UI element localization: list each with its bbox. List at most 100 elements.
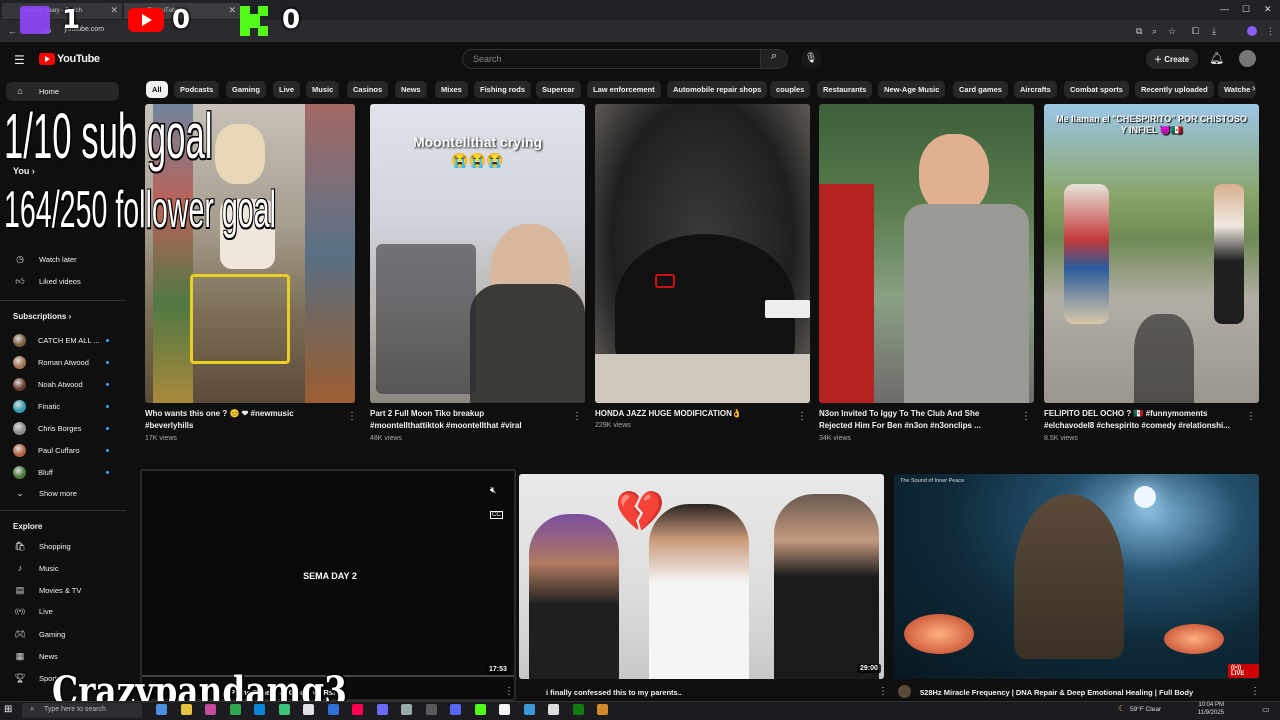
zoom-icon[interactable]: ⌕ — [1152, 26, 1157, 37]
chip-watche[interactable]: Watche — [1218, 81, 1257, 98]
chip-gaming[interactable]: Gaming — [226, 81, 266, 98]
app-icon[interactable] — [523, 704, 535, 715]
chip-card-games[interactable]: Card games — [953, 81, 1008, 98]
video-title[interactable]: N3on Invited To Iggy To The Club And She — [819, 408, 979, 420]
kick-icon[interactable] — [474, 704, 486, 715]
avatar[interactable] — [1239, 50, 1256, 67]
more-options-icon[interactable]: ⋮ — [1250, 686, 1260, 697]
video-title-line2[interactable]: #elchavodel8 #chespirito #comedy #relati… — [1044, 420, 1230, 432]
tiktok-icon[interactable] — [352, 704, 363, 715]
taskbar-search-input[interactable]: Type here to search — [22, 703, 142, 718]
weather-status[interactable]: 59°F Clear — [1130, 706, 1161, 713]
video-title[interactable]: FELIPITO DEL OCHO ? 🇲🇽 #funnymoments — [1044, 408, 1207, 420]
download-icon[interactable]: ⤓ — [1212, 26, 1216, 37]
app-icon[interactable] — [499, 704, 510, 715]
chrome-icon[interactable] — [229, 704, 241, 715]
chevron-right-icon[interactable]: › — [1252, 83, 1255, 94]
video-thumbnail-hover-preview[interactable]: SEMA DAY 2 🔇︎ CC 17:53 — [140, 469, 516, 701]
app-icon[interactable] — [205, 704, 216, 715]
sidebar-item-subscription[interactable]: Paul Cuffaro — [13, 444, 80, 457]
sidebar-item-subscription[interactable]: Finatic — [13, 400, 60, 413]
sidebar-item-subscription[interactable]: Chris Borges — [13, 422, 81, 435]
sidebar-item-subscription[interactable]: Roman Atwood — [13, 356, 89, 369]
chip-all[interactable]: All — [146, 81, 168, 98]
clock-time[interactable]: 10:04 PM — [1198, 702, 1224, 708]
file-explorer-icon[interactable] — [180, 704, 192, 715]
close-icon[interactable]: ✕ — [228, 5, 236, 16]
minimize-icon[interactable]: — — [1220, 4, 1229, 14]
maximize-icon[interactable]: ☐ — [1242, 4, 1250, 15]
chip-restaurants[interactable]: Restaurants — [817, 81, 873, 98]
chip-couples[interactable]: couples — [770, 81, 811, 98]
discord-icon[interactable] — [450, 704, 461, 715]
sidebar-item-watch-later[interactable]: ◷ Watch later — [13, 254, 77, 265]
edge-icon[interactable] — [254, 704, 265, 715]
video-thumbnail[interactable]: Me llaman el "CHESPIRITO" POR CHISTOSO Y… — [1044, 104, 1259, 403]
profile-avatar[interactable] — [1247, 26, 1257, 36]
notifications-bell-icon[interactable]: 🔔︎ — [1209, 51, 1224, 65]
chip-law-enforcement[interactable]: Law enforcement — [587, 81, 661, 98]
video-title[interactable]: Part 2 Full Moon Tiko breakup — [370, 408, 484, 420]
video-thumbnail[interactable] — [819, 104, 1034, 403]
sidebar-item-shopping[interactable]: 🛍︎ Shopping — [13, 541, 70, 552]
sidebar-item-gaming[interactable]: 🎮︎ Gaming — [13, 629, 65, 640]
sidebar-item-news[interactable]: ▦ News — [13, 651, 58, 662]
video-title-line2[interactable]: #beverlyhills — [145, 420, 193, 432]
sidebar-item-subscription[interactable]: CATCH EM ALL ... — [13, 334, 100, 347]
app-icon[interactable] — [401, 704, 412, 715]
create-button[interactable]: ＋ Create — [1146, 49, 1198, 69]
youtube-logo-text[interactable]: YouTube — [57, 53, 100, 65]
xbox-icon[interactable] — [572, 704, 584, 715]
app-icon[interactable] — [303, 704, 314, 715]
video-title[interactable]: Who wants this one ? 😊 ❤ #newmusic — [145, 408, 294, 420]
app-icon[interactable] — [597, 704, 608, 715]
sidebar-item-movies-tv[interactable]: ▤ Movies & TV — [13, 585, 82, 596]
hamburger-menu-icon[interactable]: ☰ — [14, 53, 25, 67]
app-icon[interactable] — [376, 704, 388, 715]
app-icon[interactable] — [425, 704, 437, 715]
chip-casinos[interactable]: Casinos — [347, 81, 389, 98]
app-icon[interactable] — [278, 704, 290, 715]
channel-avatar[interactable] — [898, 685, 911, 698]
search-input[interactable]: Search — [462, 49, 762, 69]
sidebar-item-subscription[interactable]: Bluff — [13, 466, 53, 479]
chip-podcasts[interactable]: Podcasts — [174, 81, 220, 98]
sidebar-item-home[interactable]: ⌂ Home — [13, 86, 59, 96]
microphone-icon[interactable]: 🎙 — [801, 49, 821, 69]
chip-mixes[interactable]: Mixes — [435, 81, 468, 98]
search-icon[interactable]: ⌕ — [760, 49, 788, 69]
chip-automobile-repair-shops[interactable]: Automobile repair shops — [667, 81, 768, 98]
more-options-icon[interactable]: ⋮ — [797, 411, 807, 422]
video-title-line2[interactable]: Rejected Him For Ben #n3on #n3onclips ..… — [819, 420, 981, 432]
sidebar-item-liked-videos[interactable]: 👍︎ Liked videos — [13, 276, 80, 287]
more-options-icon[interactable]: ⋮ — [347, 411, 357, 422]
cast-icon[interactable]: ⧉ — [1136, 26, 1142, 37]
sidebar-subscriptions-header[interactable]: Subscriptions › — [13, 312, 71, 321]
chip-new-age-music[interactable]: New-Age Music — [878, 81, 946, 98]
clock-date[interactable]: 11/9/2025 — [1196, 710, 1224, 716]
video-thumbnail[interactable]: The Sound of Inner Peace ((•)) LIVE — [894, 474, 1259, 679]
windows-start-icon[interactable]: ⊞ — [4, 704, 12, 715]
chip-supercar[interactable]: Supercar — [536, 81, 581, 98]
notification-center-icon[interactable]: ▭ — [1262, 705, 1270, 714]
mute-icon[interactable]: 🔇︎ — [490, 485, 496, 496]
chip-combat-sports[interactable]: Combat sports — [1064, 81, 1129, 98]
chip-music[interactable]: Music — [306, 81, 340, 98]
more-options-icon[interactable]: ⋮ — [1246, 411, 1256, 422]
video-title[interactable]: i finally confessed this to my parents.. — [546, 687, 682, 699]
task-view-icon[interactable] — [156, 704, 167, 715]
more-options-icon[interactable]: ⋮ — [878, 686, 888, 697]
more-options-icon[interactable]: ⋮ — [504, 686, 514, 697]
sidebar-item-subscription[interactable]: Noah Atwood — [13, 378, 83, 391]
close-icon[interactable]: ✕ — [110, 5, 118, 16]
chip-recently-uploaded[interactable]: Recently uploaded — [1135, 81, 1214, 98]
video-thumbnail[interactable]: Moontellthat crying 😭😭😭 — [370, 104, 585, 403]
chip-news[interactable]: News — [395, 81, 427, 98]
chip-aircrafts[interactable]: Aircrafts — [1014, 81, 1057, 98]
back-icon[interactable]: ← — [8, 26, 17, 36]
video-title[interactable]: HONDA JAZZ HUGE MODIFICATION👌 — [595, 408, 742, 420]
closed-captions-icon[interactable]: CC — [490, 511, 503, 519]
video-title[interactable]: 528Hz Miracle Frequency | DNA Repair & D… — [920, 687, 1193, 699]
browser-menu-icon[interactable]: ⋮ — [1266, 26, 1275, 37]
bookmark-star-icon[interactable]: ☆ — [1168, 26, 1176, 37]
